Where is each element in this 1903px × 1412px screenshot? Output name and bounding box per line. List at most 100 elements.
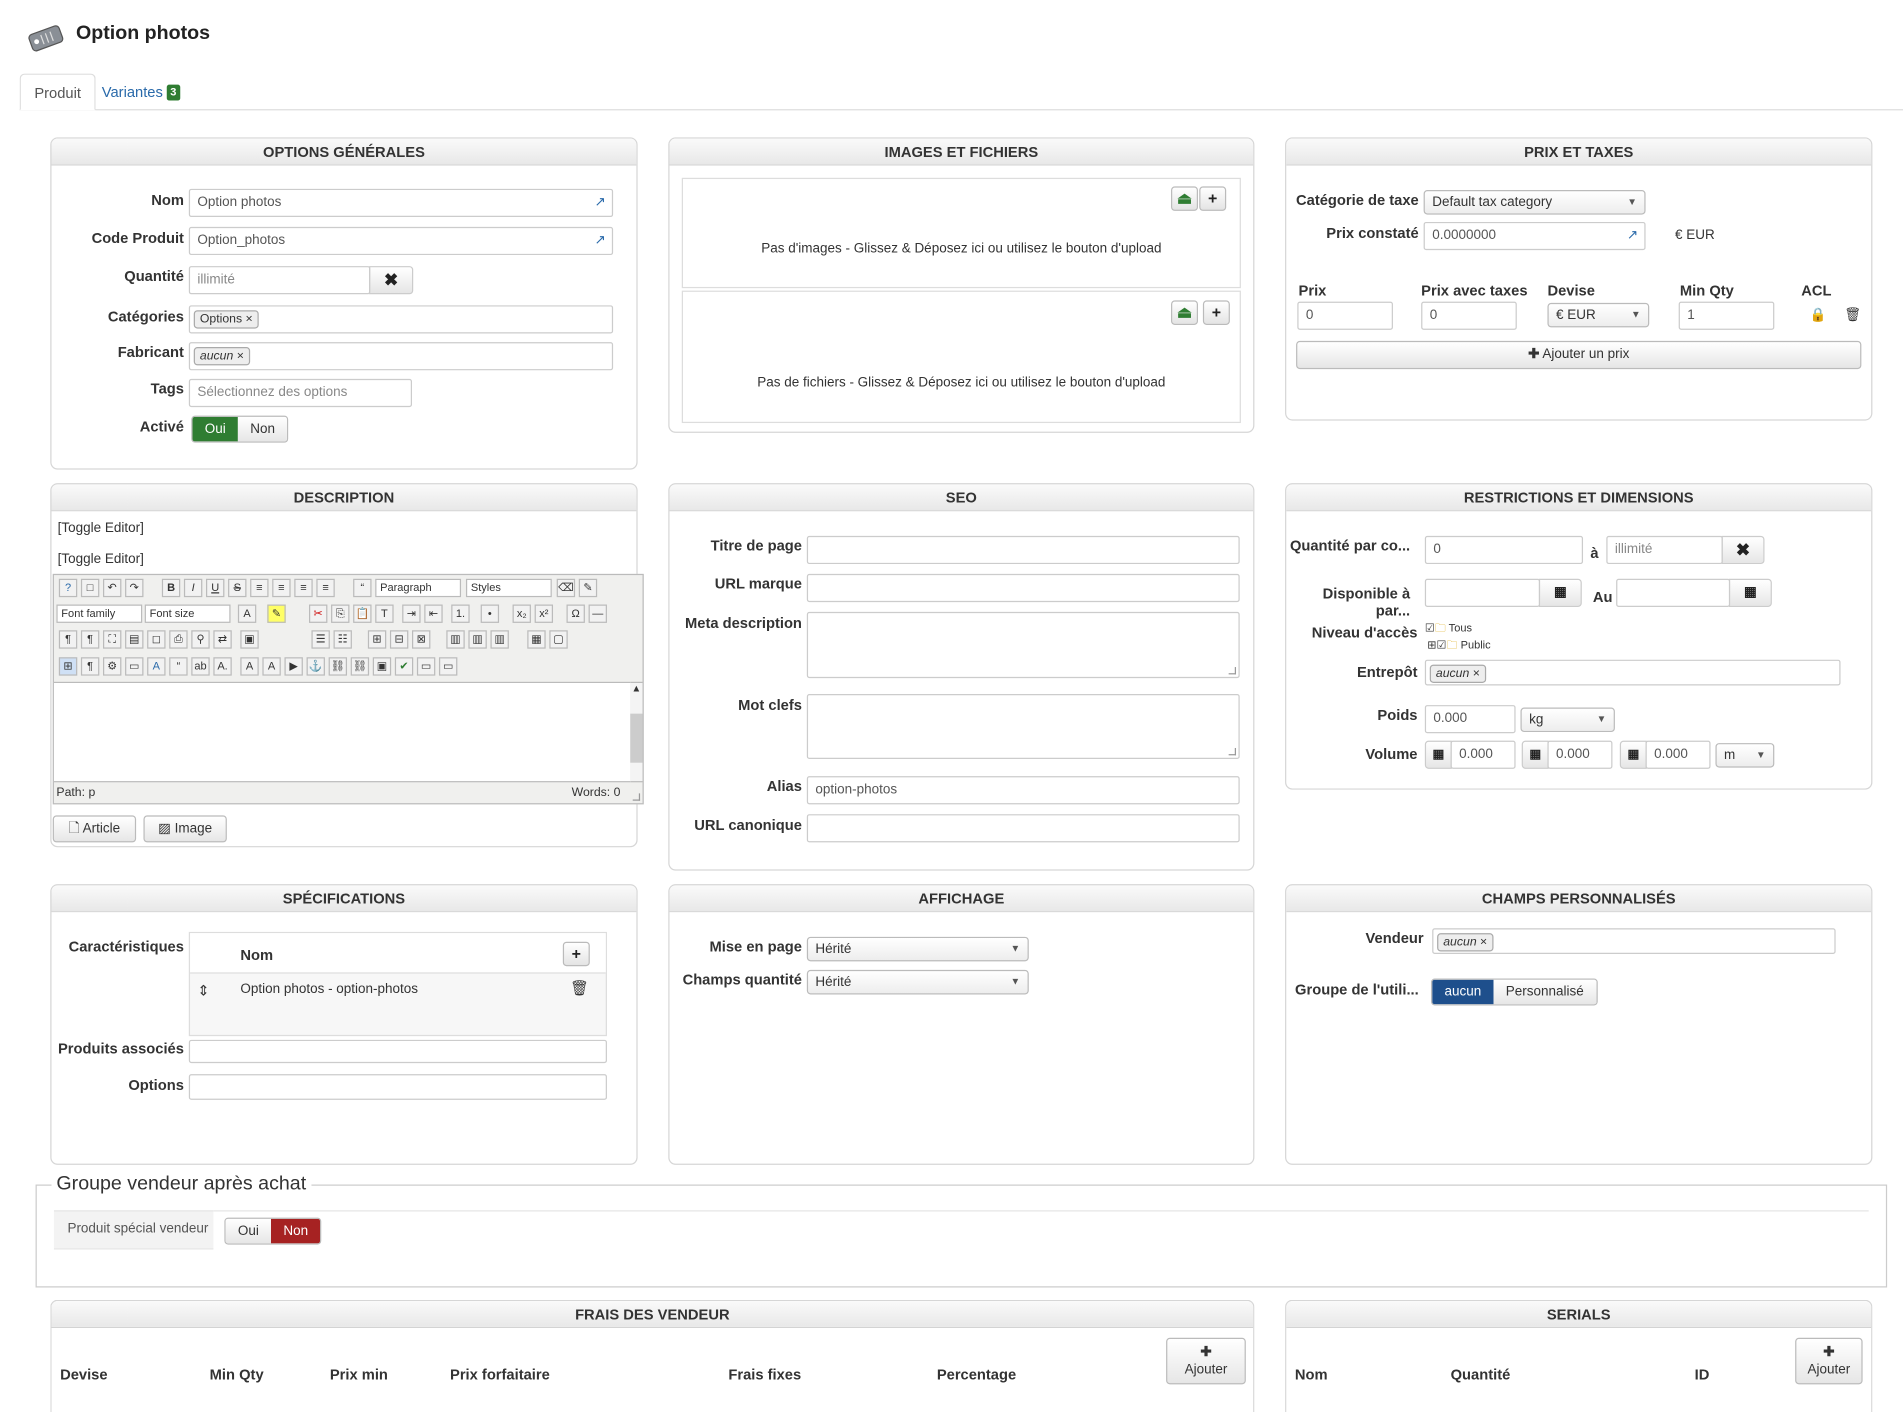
template-icon[interactable]: ▤ — [125, 630, 144, 649]
trash-icon[interactable]: 🗑 — [570, 980, 589, 997]
tax-category-select[interactable]: Default tax category ▼ — [1423, 190, 1646, 215]
translate-icon[interactable]: ↗ — [594, 190, 605, 216]
tab-variantes[interactable]: Variantes 3 — [88, 74, 193, 111]
column-after-icon[interactable]: ▥ — [468, 630, 487, 649]
text-style-icon[interactable]: A — [147, 657, 166, 676]
embed-icon[interactable]: ▣ — [372, 657, 392, 676]
manufacturer-input[interactable]: aucun × — [188, 342, 614, 371]
editor-resize-handle[interactable] — [632, 793, 641, 801]
link-icon[interactable]: ⛓ — [328, 657, 348, 676]
options-input[interactable] — [188, 1074, 607, 1100]
special-no[interactable]: Non — [271, 1218, 321, 1244]
indent-icon[interactable]: ⇥ — [402, 604, 421, 623]
translate-icon[interactable]: ↗ — [594, 228, 605, 254]
observed-price-input[interactable]: 0.0000000 ↗ — [1423, 221, 1646, 251]
table-merge-icon[interactable]: ⊞ — [367, 630, 387, 649]
clear-quantity-button[interactable]: ✖ — [369, 266, 414, 295]
editor-content-area[interactable] — [53, 681, 631, 783]
tags-input[interactable]: Sélectionnez des options — [188, 378, 413, 408]
align-center-icon[interactable]: ≡ — [272, 578, 291, 598]
eraser-icon[interactable]: ⌫ — [556, 578, 576, 598]
upload-icon[interactable]: ⏏ — [1171, 300, 1198, 325]
search-icon[interactable]: ⚲ — [191, 630, 210, 649]
replace-icon[interactable]: ⇄ — [213, 630, 232, 649]
price-tax-input[interactable]: 0 — [1421, 301, 1517, 330]
warehouse-chip[interactable]: aucun × — [1429, 664, 1487, 683]
acronym-icon[interactable]: A. — [213, 657, 232, 676]
readmore-icon[interactable]: ▭ — [438, 657, 458, 676]
calendar-button[interactable]: ▦ — [1538, 578, 1582, 607]
tab-produit[interactable]: Produit — [19, 73, 96, 111]
align-left-icon[interactable]: ≡ — [250, 578, 269, 598]
layer-icon[interactable]: ▦ — [527, 630, 546, 649]
price-input[interactable]: 0 — [1297, 301, 1393, 330]
currency-select[interactable]: € EUR ▼ — [1547, 302, 1650, 328]
text-color-icon[interactable]: A — [237, 604, 257, 623]
font-size-select[interactable]: Font size — [144, 604, 231, 623]
styles-select[interactable]: Styles — [465, 578, 552, 598]
ltr-icon[interactable]: ¶ — [58, 630, 78, 649]
categories-input[interactable]: Options × — [188, 305, 614, 334]
calendar-button[interactable]: ▦ — [1728, 578, 1772, 607]
images-dropzone[interactable]: ⏏ + Pas d'images - Glissez & Déposez ici… — [681, 177, 1241, 289]
horizontal-rule-icon[interactable]: — — [588, 604, 607, 623]
del-icon[interactable]: A — [240, 657, 259, 676]
new-document-icon[interactable]: □ — [80, 578, 100, 598]
highlight-icon[interactable]: ✎ — [267, 604, 286, 623]
article-button[interactable]: 🗋 Article — [52, 815, 137, 843]
layout-select[interactable]: Hérité ▼ — [806, 936, 1029, 962]
resize-handle[interactable] — [1228, 747, 1237, 756]
category-chip[interactable]: Options × — [193, 310, 259, 329]
pagebreak-icon[interactable]: ▭ — [416, 657, 436, 676]
volume-length-input[interactable]: 0.000 — [1450, 740, 1516, 769]
rtl-icon[interactable]: ¶ — [80, 630, 100, 649]
active-no[interactable]: Non — [238, 416, 288, 442]
copy-icon[interactable]: ⎘ — [331, 604, 350, 623]
undo-icon[interactable]: ↶ — [103, 578, 122, 598]
weight-input[interactable]: 0.000 — [1424, 705, 1516, 734]
active-toggle[interactable]: Oui Non — [191, 415, 289, 443]
special-product-toggle[interactable]: Oui Non — [224, 1217, 322, 1245]
clear-qty-to-button[interactable]: ✖ — [1721, 535, 1765, 565]
media-icon[interactable]: ▶ — [284, 657, 303, 676]
add-vendor-fee-button[interactable]: ✚ Ajouter — [1166, 1337, 1246, 1385]
weight-unit-select[interactable]: kg ▼ — [1520, 707, 1615, 733]
alias-input[interactable]: option-photos — [806, 776, 1240, 805]
strikethrough-icon[interactable]: S — [228, 578, 247, 598]
resize-handle[interactable] — [1228, 667, 1237, 675]
bullet-list-icon[interactable]: • — [480, 604, 500, 623]
underline-icon[interactable]: U — [206, 578, 225, 598]
qty-to-input[interactable]: illimité — [1606, 535, 1723, 565]
upload-icon[interactable]: ⏏ — [1171, 186, 1198, 211]
available-from-input[interactable] — [1424, 578, 1541, 607]
group-custom[interactable]: Personnalisé — [1493, 979, 1596, 1005]
url-brand-input[interactable] — [806, 573, 1240, 603]
help-icon[interactable]: ? — [58, 578, 78, 598]
checkbox-checked[interactable]: ☑ — [1437, 639, 1447, 651]
unlink-icon[interactable]: ⛓ — [350, 657, 370, 676]
superscript-icon[interactable]: x² — [534, 604, 554, 623]
add-serial-button[interactable]: ✚ Ajouter — [1795, 1337, 1863, 1385]
name-input[interactable]: Option photos ↗ — [188, 188, 614, 218]
blockquote-icon[interactable]: “ — [353, 578, 372, 598]
show-blocks-icon[interactable]: ¶ — [80, 657, 100, 676]
cut-icon[interactable]: ✂ — [309, 604, 328, 623]
outdent-icon[interactable]: ⇤ — [424, 604, 443, 623]
add-image-button[interactable]: + — [1199, 186, 1227, 211]
canonical-url-input[interactable] — [806, 814, 1240, 843]
expand-icon[interactable]: ⊞ — [1427, 639, 1436, 651]
column-before-icon[interactable]: ▥ — [446, 630, 465, 649]
bold-icon[interactable]: B — [161, 578, 181, 598]
vendor-input[interactable]: aucun × — [1432, 928, 1836, 954]
table-col-icon[interactable]: ☷ — [333, 630, 352, 649]
style-icon[interactable]: ▭ — [125, 657, 144, 676]
paste-text-icon[interactable]: T — [375, 604, 394, 623]
format-select[interactable]: Paragraph — [375, 578, 462, 598]
qty-field-select[interactable]: Hérité ▼ — [806, 969, 1029, 995]
table-row-icon[interactable]: ☰ — [311, 630, 330, 649]
group-none[interactable]: aucun — [1432, 979, 1494, 1005]
preview-icon[interactable]: ◻ — [147, 630, 166, 649]
align-right-icon[interactable]: ≡ — [294, 578, 313, 598]
qty-from-input[interactable]: 0 — [1424, 535, 1584, 565]
table-split-icon[interactable]: ⊟ — [389, 630, 409, 649]
